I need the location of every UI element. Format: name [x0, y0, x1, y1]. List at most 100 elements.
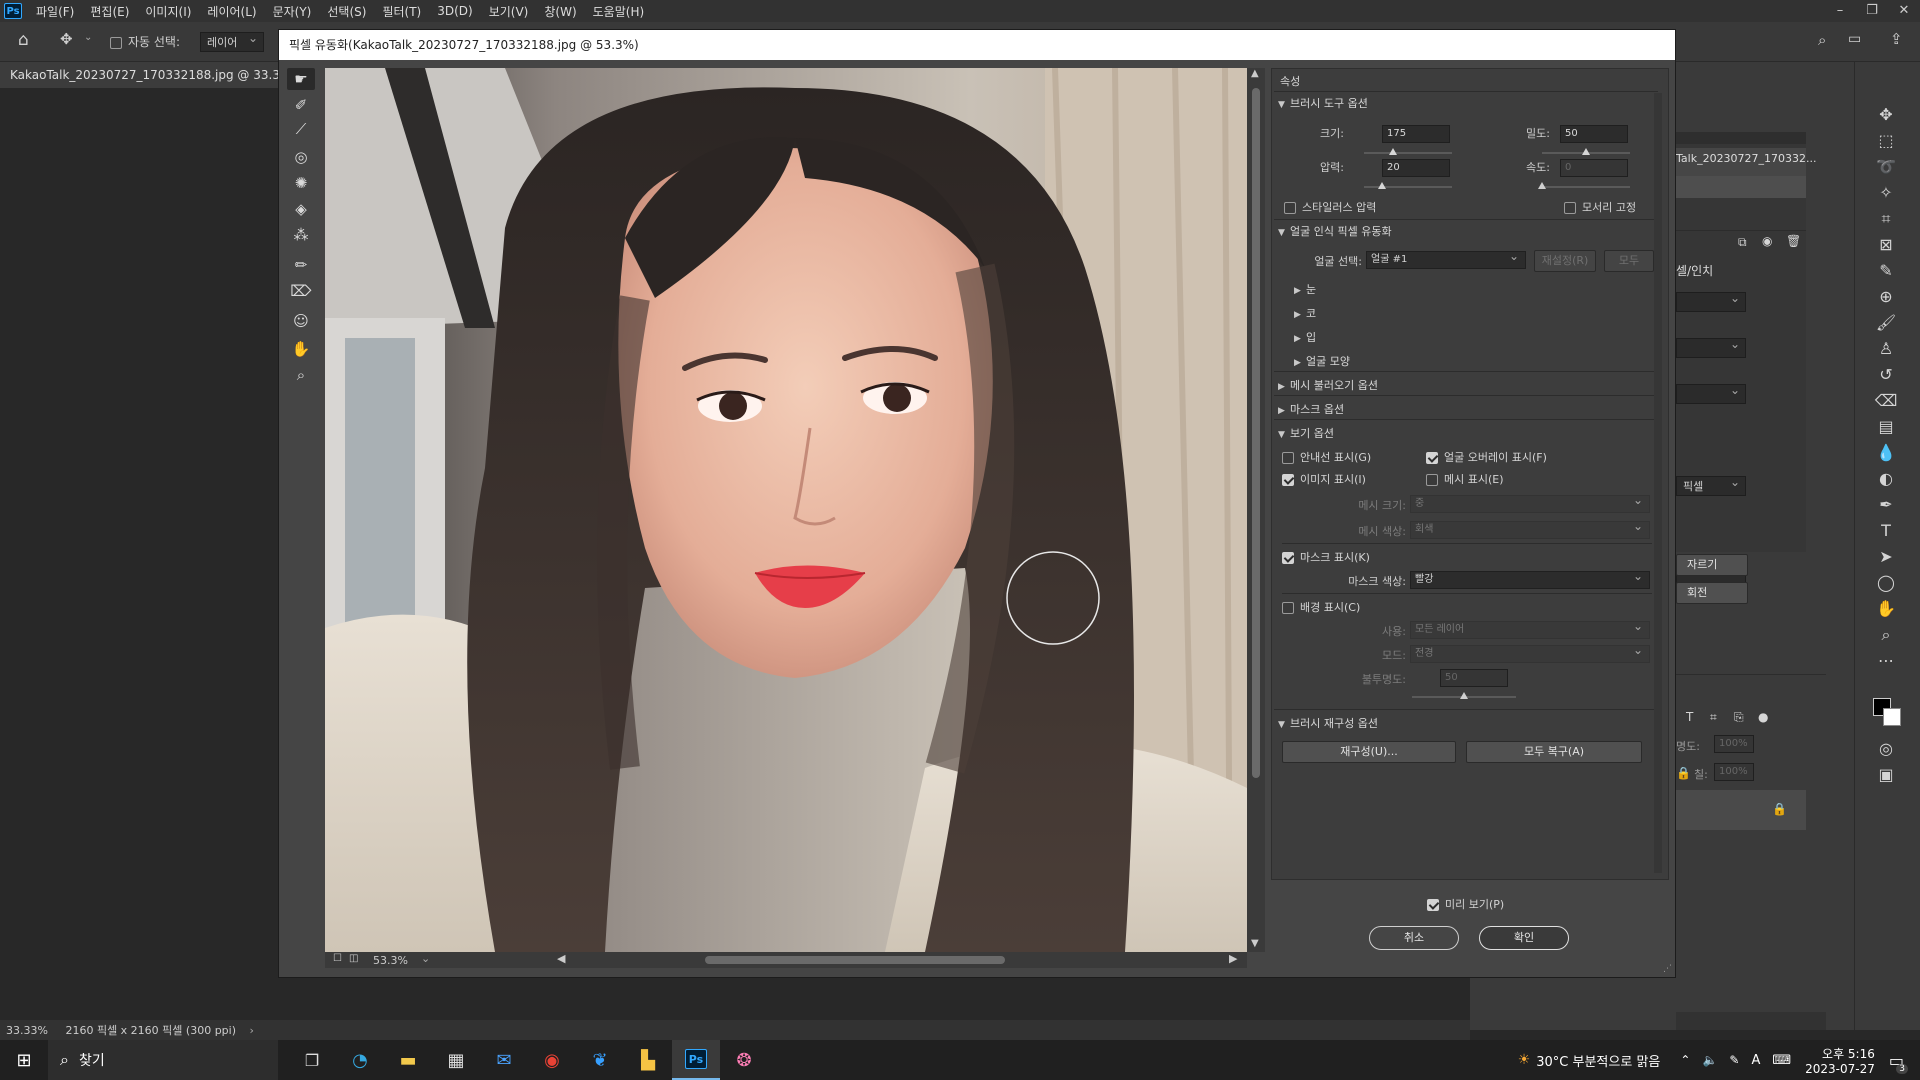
eraser-tool-icon[interactable]: ⌫ — [1873, 390, 1899, 412]
pucker-tool-icon[interactable]: ✺ — [287, 172, 315, 194]
mesh-color-dropdown[interactable]: 회색 — [1410, 518, 1650, 539]
scroll-left-icon[interactable]: ◀ — [557, 952, 565, 965]
menu-edit[interactable]: 편집(E) — [82, 3, 137, 20]
tray-chevron-icon[interactable]: ⌃ — [1680, 1053, 1690, 1067]
pin-edges-checkbox[interactable] — [1564, 202, 1576, 214]
cancel-button[interactable]: 취소 — [1369, 926, 1459, 950]
chevron-right-icon[interactable]: › — [250, 1024, 254, 1037]
mesh-size-dropdown[interactable]: 중 — [1410, 492, 1650, 513]
face-item-eyes[interactable]: ▶ 눈 — [1294, 281, 1316, 297]
backdrop-mode-dropdown[interactable]: 전경 — [1410, 642, 1650, 663]
auto-select-checkbox[interactable] — [110, 36, 122, 49]
scroll-right-icon[interactable]: ▶ — [1229, 952, 1237, 965]
history-brush-icon[interactable]: ↺ — [1873, 364, 1899, 386]
magic-wand-icon[interactable]: ✧ — [1873, 182, 1899, 204]
face-tool-icon[interactable]: ☺ — [287, 310, 315, 332]
quick-mask-icon[interactable]: ◎ — [1873, 738, 1899, 760]
weather-icon[interactable]: ☀ — [1518, 1052, 1531, 1068]
face-select-dropdown[interactable]: 얼굴 #1 — [1366, 248, 1526, 269]
brush-rate-input[interactable]: 0 — [1560, 159, 1628, 177]
camera-icon[interactable]: ◉ — [1762, 234, 1772, 248]
edge-icon[interactable]: ◔ — [336, 1050, 384, 1071]
liquify-canvas[interactable] — [325, 68, 1247, 952]
stylus-pressure-checkbox[interactable] — [1284, 202, 1296, 214]
eyedropper-icon[interactable]: ✎ — [1873, 260, 1899, 282]
filter-toggle-icon[interactable]: ● — [1758, 710, 1768, 724]
zoom-tool-icon[interactable]: ⌕ — [287, 364, 315, 386]
show-image-checkbox[interactable] — [1282, 474, 1294, 486]
forward-warp-tool-icon[interactable]: ☛ — [287, 68, 315, 90]
dodge-tool-icon[interactable]: ◐ — [1873, 468, 1899, 490]
brush-size-input[interactable]: 175 — [1382, 125, 1450, 143]
reconstruct-tool-icon[interactable]: ✐ — [287, 94, 315, 116]
shape-filter-icon[interactable]: ⌗ — [1710, 710, 1717, 725]
pin-edges-option[interactable]: 모서리 고정 — [1564, 199, 1636, 215]
reconstruct-button[interactable]: 재구성(U)... — [1282, 741, 1456, 763]
backdrop-opacity-knob[interactable] — [1460, 692, 1468, 699]
view-single-icon[interactable]: ☐ — [333, 953, 342, 964]
view-options-header[interactable]: ▼ 보기 옵션 — [1278, 425, 1334, 441]
reconstruct-header[interactable]: ▼ 브러시 재구성 옵션 — [1278, 715, 1378, 731]
home-icon[interactable]: ⌂ — [18, 30, 29, 50]
mesh-load-header[interactable]: ▶ 메시 불러오기 옵션 — [1278, 377, 1378, 393]
menu-3d[interactable]: 3D(D) — [429, 4, 480, 18]
menu-select[interactable]: 선택(S) — [319, 3, 374, 20]
menu-image[interactable]: 이미지(I) — [137, 3, 199, 20]
backdrop-opacity-slider[interactable] — [1412, 692, 1516, 699]
sticky-app-icon[interactable]: ▙ — [624, 1050, 672, 1071]
snapshot-icon[interactable]: ⧉ — [1738, 235, 1747, 250]
view-split-icon[interactable]: ◫ — [349, 953, 358, 964]
brush-density-slider[interactable] — [1542, 148, 1630, 155]
brush-density-knob[interactable] — [1582, 148, 1590, 155]
show-mask-option[interactable]: 마스크 표시(K) — [1282, 549, 1370, 565]
frame-tool-icon[interactable]: ⊠ — [1873, 234, 1899, 256]
search-icon[interactable]: ⌕ — [1818, 31, 1826, 49]
keyboard-icon[interactable]: ⌨ — [1772, 1053, 1791, 1068]
panel-dropdown-1[interactable] — [1676, 290, 1746, 312]
zoom-level-field[interactable]: 53.3% — [373, 954, 408, 967]
pen-icon[interactable]: ✎ — [1729, 1053, 1739, 1067]
notification-button[interactable]: ▭ 3 — [1889, 1051, 1908, 1074]
minimize-icon[interactable]: – — [1824, 0, 1856, 22]
store-icon[interactable]: ▦ — [432, 1050, 480, 1071]
volume-icon[interactable]: 🔈 — [1702, 1053, 1717, 1067]
scroll-down-icon[interactable]: ▼ — [1251, 938, 1259, 949]
restore-icon[interactable]: ❐ — [1856, 0, 1888, 22]
taskbar-search-box[interactable]: ⌕ 찾기 — [48, 1040, 278, 1080]
show-mesh-checkbox[interactable] — [1426, 474, 1438, 486]
face-all-button[interactable]: 모두 — [1604, 250, 1654, 272]
crop-tool-icon[interactable]: ⌗ — [1873, 208, 1899, 230]
show-mask-checkbox[interactable] — [1282, 552, 1294, 564]
move-tool-icon[interactable]: ✥ — [60, 30, 73, 48]
smooth-tool-icon[interactable]: ⟋ — [287, 118, 315, 140]
lasso-tool-icon[interactable]: ➰ — [1873, 156, 1899, 178]
horizontal-scroll-thumb[interactable] — [705, 956, 1005, 964]
type-filter-icon[interactable]: T — [1686, 710, 1693, 724]
photoshop-taskbar-button[interactable]: Ps — [672, 1040, 720, 1080]
brush-size-knob[interactable] — [1389, 148, 1398, 155]
menu-type[interactable]: 문자(Y) — [265, 3, 320, 20]
hand-tool-icon[interactable]: ✋ — [287, 338, 315, 360]
task-view-icon[interactable]: ❐ — [288, 1051, 336, 1070]
preview-checkbox[interactable] — [1427, 899, 1439, 911]
freeze-mask-tool-icon[interactable]: ✏ — [287, 254, 315, 276]
stamp-tool-icon[interactable]: ♙ — [1873, 338, 1899, 360]
pixel-dropdown[interactable]: 픽셀 — [1676, 474, 1746, 496]
face-item-nose[interactable]: ▶ 코 — [1294, 305, 1316, 321]
stylus-pressure-option[interactable]: 스타일러스 압력 — [1284, 199, 1376, 215]
brush-pressure-slider[interactable] — [1364, 182, 1452, 189]
show-backdrop-option[interactable]: 배경 표시(C) — [1282, 599, 1360, 615]
file-explorer-icon[interactable]: ▬ — [384, 1050, 432, 1071]
ok-button[interactable]: 확인 — [1479, 926, 1569, 950]
backdrop-opacity-input[interactable]: 50 — [1440, 669, 1508, 687]
mask-color-dropdown[interactable]: 빨강 — [1410, 568, 1650, 589]
brush-rate-knob[interactable] — [1538, 182, 1546, 189]
zoom-dropdown-icon[interactable]: ⌄ — [421, 952, 430, 965]
trash-icon[interactable]: 🗑 — [1786, 234, 1801, 248]
lock-icon-small[interactable]: 🔒 — [1676, 766, 1691, 780]
paint-app-icon[interactable]: ❂ — [720, 1050, 768, 1071]
app-bird-icon[interactable]: ❦ — [576, 1050, 624, 1071]
brush-rate-slider[interactable] — [1538, 182, 1630, 189]
healing-brush-icon[interactable]: ⊕ — [1873, 286, 1899, 308]
hand-tool-icon[interactable]: ✋ — [1873, 598, 1899, 620]
